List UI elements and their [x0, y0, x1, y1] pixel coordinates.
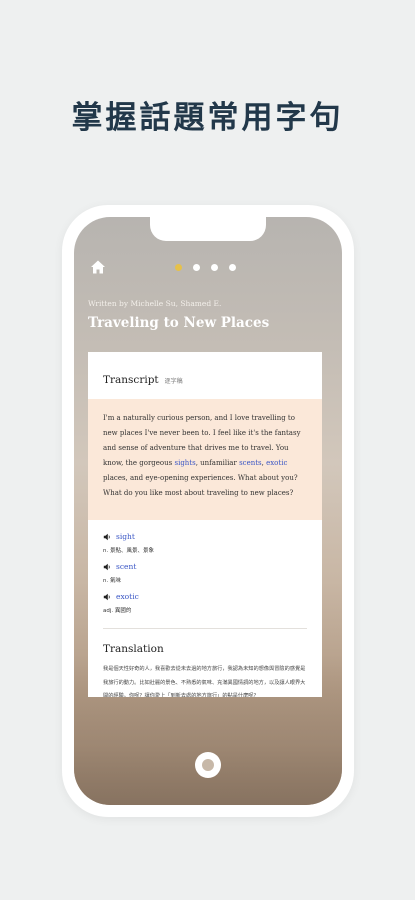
author-line: Written by Michelle Su, Shamed E. [88, 299, 222, 308]
transcript-title: Transcript [103, 374, 159, 386]
highlight-word-exotic[interactable]: exotic [266, 459, 287, 467]
highlight-word-sights[interactable]: sights [174, 459, 195, 467]
transcript-subtitle: 逐字稿 [164, 378, 183, 385]
passage-text: places, and eye-opening experiences. Wha… [103, 474, 298, 497]
vocab-item-exotic: exotic adj. 異國的 [103, 592, 139, 614]
record-button-icon [202, 759, 214, 771]
vocab-word[interactable]: exotic [116, 592, 139, 601]
vocab-item-scent: scent n. 氣味 [103, 562, 136, 584]
page-indicator [175, 264, 236, 271]
translation-title: Translation [103, 643, 164, 655]
speaker-icon[interactable] [103, 593, 111, 601]
vocab-item-sight: sight n. 景點、風景、景象 [103, 532, 154, 554]
app-screen: Written by Michelle Su, Shamed E. Travel… [74, 217, 342, 805]
speaker-icon[interactable] [103, 533, 111, 541]
vocab-word[interactable]: scent [116, 562, 136, 571]
vocab-word[interactable]: sight [116, 532, 135, 541]
page-dot-3[interactable] [211, 264, 218, 271]
vocab-definition: n. 氣味 [103, 578, 121, 584]
highlight-word-scents[interactable]: scents [239, 459, 262, 467]
vocab-definition: adj. 異國的 [103, 608, 132, 614]
lesson-title: Traveling to New Places [88, 315, 270, 331]
phone-notch [150, 217, 266, 241]
translation-text: 我是個天性好奇的人，我喜歡去從未去過的地方旅行，我認為未知的想像與冒險的感覺是我… [103, 666, 306, 697]
record-button[interactable] [195, 752, 221, 778]
phone-frame: Written by Michelle Su, Shamed E. Travel… [62, 205, 354, 817]
lesson-card: Transcript 逐字稿 I'm a naturally curious p… [88, 352, 322, 697]
transcript-header: Transcript 逐字稿 [103, 374, 183, 386]
section-divider [103, 628, 307, 629]
page-dot-2[interactable] [193, 264, 200, 271]
speaker-icon[interactable] [103, 563, 111, 571]
page-dot-1[interactable] [175, 264, 182, 271]
passage-text: , unfamiliar [195, 459, 240, 467]
page-headline: 掌握話題常用字句 [71, 100, 344, 136]
home-icon[interactable] [90, 259, 106, 275]
page-dot-4[interactable] [229, 264, 236, 271]
transcript-passage: I'm a naturally curious person, and I lo… [88, 399, 322, 520]
vocab-definition: n. 景點、風景、景象 [103, 548, 154, 554]
